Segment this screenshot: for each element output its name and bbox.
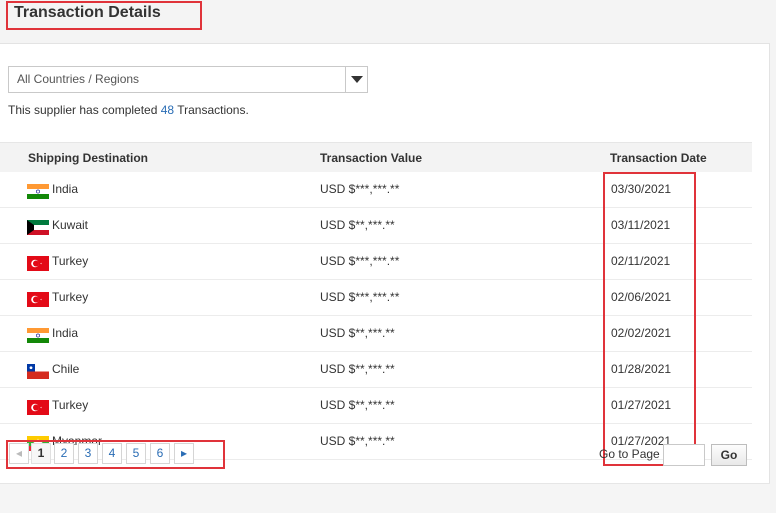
value-cell: USD $***,***.** [320, 182, 400, 196]
go-button[interactable]: Go [711, 444, 747, 466]
destination-cell: Turkey [52, 398, 89, 412]
turkey-flag-icon [27, 400, 49, 415]
title-bar: Transaction Details [0, 0, 776, 42]
pagination-highlight-box [6, 440, 225, 469]
summary-prefix: This supplier has completed [8, 103, 161, 117]
transaction-details-page: Transaction Details All Countries / Regi… [0, 0, 776, 513]
value-cell: USD $**,***.** [320, 362, 395, 376]
transactions-count: 48 [160, 103, 175, 117]
go-to-page-input[interactable] [663, 444, 705, 466]
india-flag-icon [27, 328, 49, 343]
destination-cell: India [52, 182, 79, 196]
column-header-date: Transaction Date [610, 151, 707, 165]
value-cell: USD $**,***.** [320, 326, 395, 340]
go-to-page-label: Go to Page [599, 447, 660, 461]
destination-cell: India [52, 326, 79, 340]
column-header-value: Transaction Value [320, 151, 423, 165]
value-cell: USD $***,***.** [320, 290, 400, 304]
destination-cell: Chile [52, 362, 80, 376]
table-footer [0, 483, 770, 513]
value-cell: USD $***,***.** [320, 254, 400, 268]
destination-cell: Turkey [52, 254, 89, 268]
select-dropdown-button[interactable] [345, 67, 367, 92]
summary-suffix: Transactions. [174, 103, 249, 117]
india-flag-icon [27, 184, 49, 199]
value-cell: USD $**,***.** [320, 398, 395, 412]
table-header: Shipping Destination Transaction Value T… [0, 142, 752, 172]
caret-down-icon [351, 76, 363, 83]
turkey-flag-icon [27, 256, 49, 271]
destination-cell: Kuwait [52, 218, 89, 232]
kuwait-flag-icon [27, 220, 49, 235]
country-region-select[interactable]: All Countries / Regions [8, 66, 368, 93]
turkey-flag-icon [27, 292, 49, 307]
destination-cell: Turkey [52, 290, 89, 304]
value-cell: USD $**,***.** [320, 218, 395, 232]
column-header-destination: Shipping Destination [28, 151, 148, 165]
value-cell: USD $**,***.** [320, 434, 395, 448]
title-highlight-box [6, 1, 202, 30]
country-region-select-value: All Countries / Regions [17, 72, 140, 86]
transactions-summary: This supplier has completed 48 Transacti… [8, 103, 249, 117]
date-column-highlight-box [603, 172, 696, 466]
chile-flag-icon [27, 364, 49, 379]
